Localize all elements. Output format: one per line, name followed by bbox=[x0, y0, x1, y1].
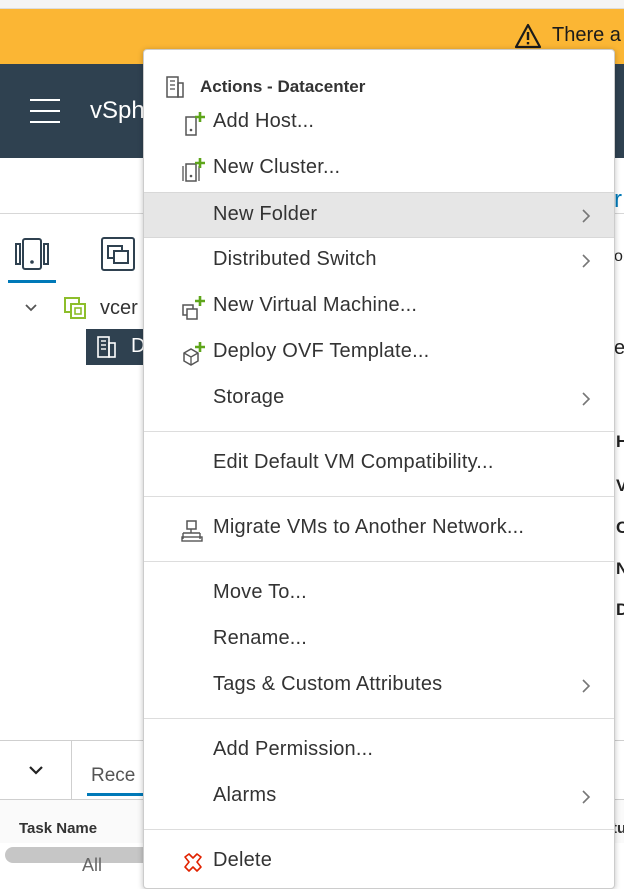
active-tab-indicator bbox=[87, 793, 145, 796]
menu-item-label: Tags & Custom Attributes bbox=[213, 673, 443, 695]
new-vm-icon bbox=[182, 296, 205, 320]
menu-separator bbox=[144, 496, 614, 497]
menu-item-label: Add Host... bbox=[213, 110, 315, 132]
hosts-clusters-tab-icon[interactable] bbox=[12, 234, 52, 274]
deploy-ovf-icon bbox=[183, 342, 205, 366]
menu-item-tags-custom-attributes[interactable]: Tags & Custom Attributes bbox=[144, 663, 614, 709]
menu-item-label: Distributed Switch bbox=[213, 248, 377, 270]
delete-icon bbox=[184, 853, 202, 872]
menu-item-label: Move To... bbox=[213, 581, 307, 603]
menu-item-label: New Folder bbox=[213, 203, 318, 225]
actions-context-menu: Actions - Datacenter Add Host... New Clu… bbox=[143, 49, 615, 889]
warning-icon bbox=[514, 23, 542, 49]
vms-templates-tab-icon[interactable] bbox=[98, 234, 138, 274]
top-strip bbox=[0, 0, 624, 9]
menu-item-edit-vm-compatibility[interactable]: Edit Default VM Compatibility... bbox=[144, 441, 614, 487]
menu-item-label: Deploy OVF Template... bbox=[213, 340, 430, 362]
menu-item-storage[interactable]: Storage bbox=[144, 376, 614, 422]
tab-recent-tasks[interactable]: Rece bbox=[91, 765, 135, 787]
active-tab-indicator bbox=[8, 280, 56, 283]
menu-item-delete[interactable]: Delete bbox=[144, 839, 614, 885]
chevron-right-icon bbox=[582, 790, 591, 804]
menu-item-new-cluster[interactable]: New Cluster... bbox=[144, 146, 614, 192]
menu-item-rename[interactable]: Rename... bbox=[144, 617, 614, 663]
menu-header: Actions - Datacenter bbox=[144, 70, 614, 104]
chevron-right-icon bbox=[582, 209, 591, 223]
tab-fragment: or bbox=[614, 248, 624, 265]
collapse-panel-button[interactable] bbox=[0, 741, 72, 799]
horizontal-scrollbar[interactable] bbox=[5, 847, 155, 863]
chevron-right-icon bbox=[582, 392, 591, 406]
menu-item-distributed-switch[interactable]: Distributed Switch bbox=[144, 238, 614, 284]
chevron-down-icon bbox=[28, 766, 43, 775]
tree-node-label: vcer bbox=[100, 296, 138, 319]
menu-item-add-host[interactable]: Add Host... bbox=[144, 100, 614, 146]
menu-item-label: Storage bbox=[213, 386, 285, 408]
filter-all[interactable]: All bbox=[82, 855, 102, 876]
menu-item-label: Alarms bbox=[213, 784, 277, 806]
menu-item-add-permission[interactable]: Add Permission... bbox=[144, 728, 614, 774]
datacenter-icon bbox=[97, 336, 116, 358]
menu-item-new-folder[interactable]: New Folder bbox=[144, 192, 614, 238]
new-cluster-icon bbox=[182, 158, 205, 182]
menu-item-label: Edit Default VM Compatibility... bbox=[213, 451, 494, 473]
menu-separator bbox=[144, 718, 614, 719]
migrate-network-icon bbox=[181, 520, 203, 542]
menu-item-label: Delete bbox=[213, 849, 273, 871]
chevron-down-icon[interactable] bbox=[22, 299, 40, 317]
alert-text: There a bbox=[552, 24, 621, 46]
page-title-fragment: r bbox=[614, 186, 622, 213]
chevron-right-icon bbox=[582, 254, 591, 268]
column-task-name[interactable]: Task Name bbox=[19, 820, 97, 837]
menu-separator bbox=[144, 829, 614, 830]
menu-separator bbox=[144, 431, 614, 432]
content-fragment: H bbox=[616, 432, 624, 451]
content-fragment: C bbox=[616, 518, 624, 537]
menu-item-label: New Virtual Machine... bbox=[213, 294, 418, 316]
menu-item-deploy-ovf-template[interactable]: Deploy OVF Template... bbox=[144, 330, 614, 376]
datacenter-icon bbox=[166, 76, 184, 98]
menu-item-migrate-vms[interactable]: Migrate VMs to Another Network... bbox=[144, 506, 614, 552]
menu-item-move-to[interactable]: Move To... bbox=[144, 571, 614, 617]
content-fragment: e bbox=[614, 337, 624, 359]
hamburger-icon[interactable] bbox=[30, 99, 60, 123]
content-fragment: D bbox=[616, 600, 624, 619]
chevron-right-icon bbox=[582, 679, 591, 693]
menu-separator bbox=[144, 561, 614, 562]
menu-item-label: Rename... bbox=[213, 627, 308, 649]
menu-title: Actions - Datacenter bbox=[200, 77, 366, 96]
content-fragment: V bbox=[616, 476, 624, 495]
menu-item-label: New Cluster... bbox=[213, 156, 341, 178]
menu-item-label: Add Permission... bbox=[213, 738, 374, 760]
menu-item-new-virtual-machine[interactable]: New Virtual Machine... bbox=[144, 284, 614, 330]
menu-item-label: Migrate VMs to Another Network... bbox=[213, 516, 525, 538]
content-fragment: N bbox=[616, 559, 624, 578]
app-title: vSph bbox=[90, 97, 145, 124]
tree-node-vcenter[interactable]: vcer bbox=[22, 290, 138, 326]
vcenter-icon bbox=[64, 297, 86, 319]
add-host-icon bbox=[185, 112, 205, 136]
menu-item-alarms[interactable]: Alarms bbox=[144, 774, 614, 820]
